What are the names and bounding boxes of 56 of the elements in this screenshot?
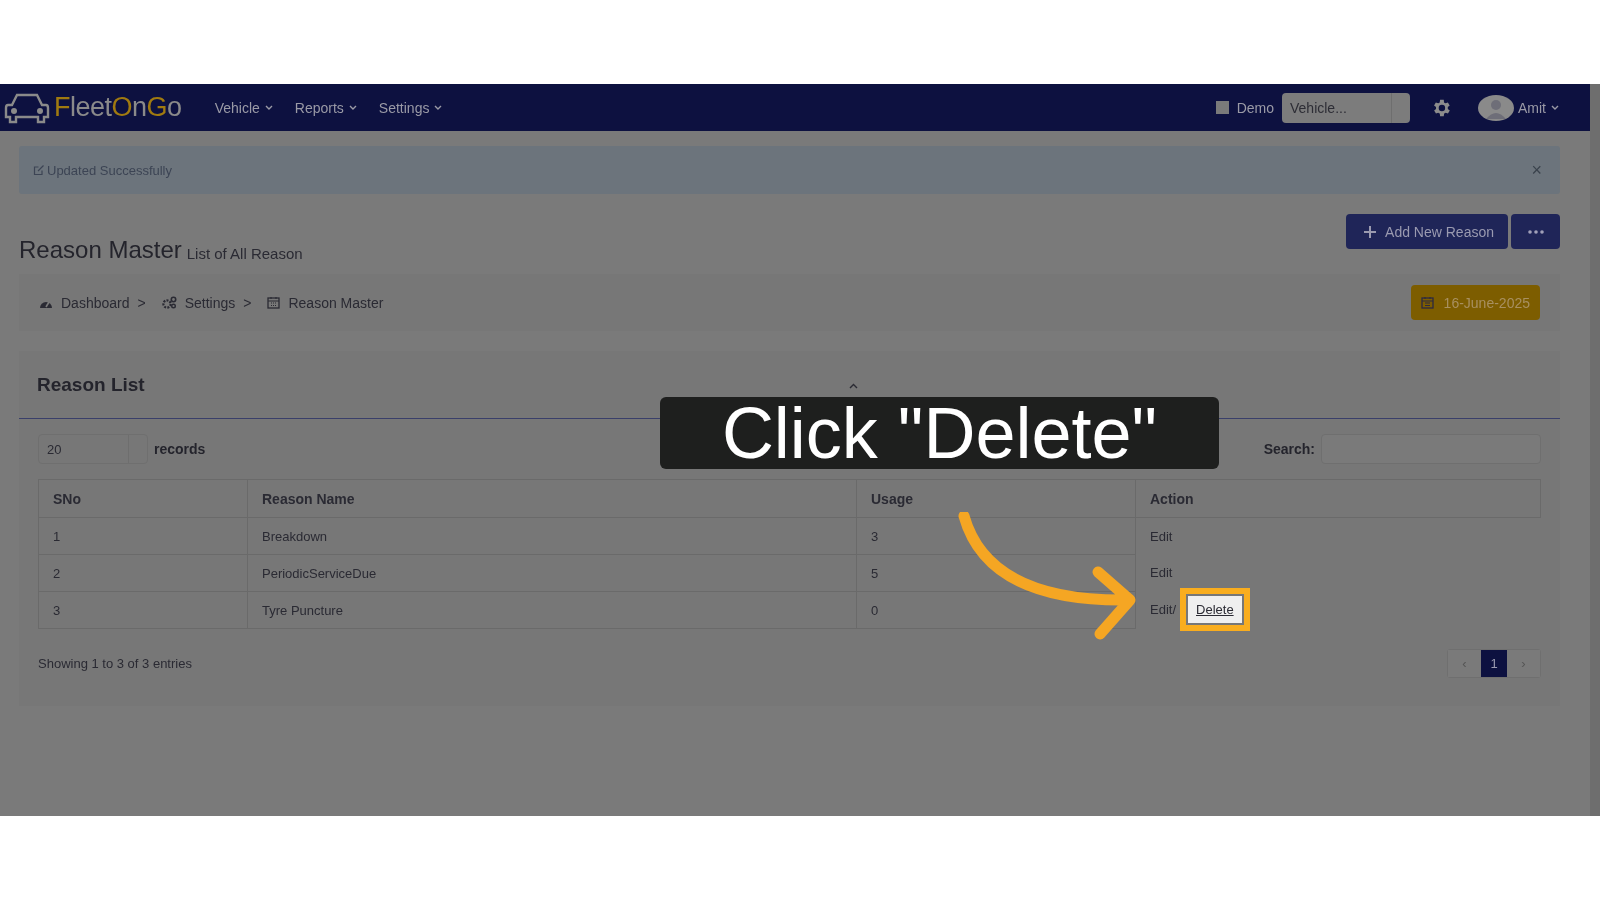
- records-select[interactable]: 20: [38, 434, 148, 464]
- close-button[interactable]: ×: [1527, 159, 1546, 181]
- avatar-icon[interactable]: [1478, 94, 1514, 121]
- column-header[interactable]: SNo: [38, 479, 248, 518]
- chevron-down-icon: [1551, 104, 1559, 111]
- plus-icon: [1363, 224, 1378, 239]
- brand-logo[interactable]: FleetOnGo: [54, 92, 182, 123]
- chevron-down-icon: [434, 104, 443, 111]
- table-cell: 2: [38, 554, 248, 592]
- column-header[interactable]: Usage: [856, 479, 1136, 518]
- table-cell: Breakdown: [247, 517, 857, 555]
- action-separator: /: [1172, 602, 1177, 617]
- collapse-icon[interactable]: [849, 383, 858, 389]
- nav-menu[interactable]: Vehicle: [203, 99, 284, 116]
- more-icon: [1527, 229, 1544, 234]
- calendar-icon: [1420, 296, 1434, 309]
- demo-checkbox[interactable]: [1215, 101, 1229, 114]
- table-cell: 3: [38, 591, 248, 629]
- action-link[interactable]: Edit: [1150, 565, 1173, 580]
- records-label: records: [154, 441, 206, 457]
- tutorial-callout: Click "Delete": [660, 397, 1219, 469]
- user-menu[interactable]: Amit: [1514, 99, 1570, 116]
- page-button[interactable]: 1: [1481, 650, 1507, 677]
- table-cell: Tyre Puncture: [247, 591, 857, 629]
- chevron-down-icon: [348, 104, 357, 111]
- table-cell: PeriodicServiceDue: [247, 554, 857, 592]
- date-button[interactable]: 16-June-2025: [1410, 285, 1540, 320]
- breadcrumb-separator: >: [137, 294, 146, 311]
- table-cell: 5: [856, 554, 1136, 592]
- column-header[interactable]: Action: [1135, 479, 1541, 518]
- nav-menu[interactable]: Reports: [283, 99, 368, 116]
- action-link[interactable]: Edit: [1150, 528, 1173, 544]
- nav-menu[interactable]: Settings: [367, 99, 454, 116]
- page-title: Reason Master: [19, 236, 182, 264]
- edit-icon: [33, 164, 45, 176]
- action-link[interactable]: Edit: [1150, 602, 1173, 617]
- add-reason-button[interactable]: Add New Reason: [1346, 214, 1508, 249]
- breadcrumb-link[interactable]: Reason Master: [288, 294, 384, 311]
- chevron-down-icon: [264, 104, 273, 111]
- more-button[interactable]: [1511, 214, 1560, 249]
- calendar-icon: [267, 296, 281, 309]
- search-label: Search:: [1263, 441, 1315, 457]
- table-cell: 0: [856, 591, 1136, 629]
- scrollbar[interactable]: [1590, 84, 1600, 816]
- breadcrumb-link[interactable]: Settings: [184, 294, 236, 311]
- entries-info: Showing 1 to 3 of 3 entries: [38, 656, 192, 671]
- demo-label: Demo: [1236, 99, 1274, 116]
- page-subtitle: List of All Reason: [186, 245, 303, 262]
- card-title: Reason List: [37, 373, 145, 396]
- gears-icon: [161, 296, 177, 309]
- vehicle-select[interactable]: Vehicle...: [1282, 92, 1410, 123]
- table-cell: 1: [38, 517, 248, 555]
- breadcrumb-separator: >: [243, 294, 252, 311]
- column-header[interactable]: Reason Name: [247, 479, 857, 518]
- breadcrumb-link[interactable]: Dashboard: [61, 294, 130, 311]
- table-cell: 3: [856, 517, 1136, 555]
